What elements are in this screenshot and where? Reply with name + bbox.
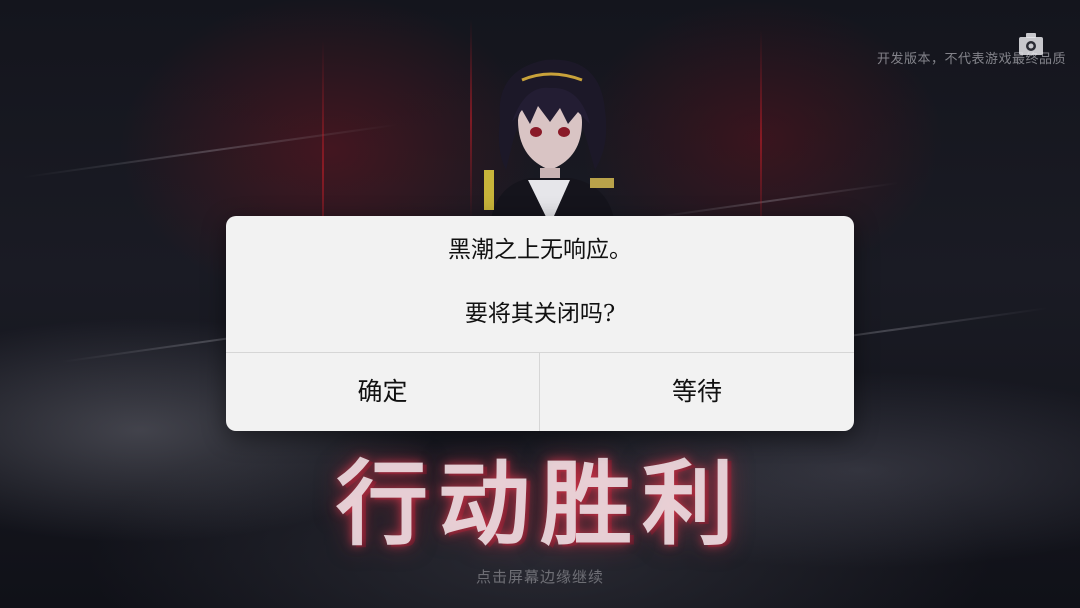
game-title-art: 行动胜利 bbox=[335, 451, 744, 558]
dialog-question: 要将其关闭吗? bbox=[464, 301, 616, 327]
wait-button[interactable]: 等待 bbox=[540, 353, 854, 431]
confirm-button[interactable]: 确定 bbox=[226, 353, 539, 431]
app-not-responding-dialog: 黑潮之上无响应。 要将其关闭吗? 确定 等待 bbox=[226, 216, 854, 431]
tap-to-continue-hint[interactable]: 点击屏幕边缘继续 bbox=[0, 566, 1080, 587]
game-screen[interactable]: 开发版本，不代表游戏最终品质 行动胜利 点击屏幕边缘继续 黑潮之上无响应。 要将… bbox=[0, 0, 1080, 608]
background-streak bbox=[21, 123, 399, 179]
screenshot-icon[interactable] bbox=[1016, 30, 1046, 60]
dialog-body: 黑潮之上无响应。 要将其关闭吗? bbox=[226, 216, 854, 352]
background-streak bbox=[641, 181, 899, 221]
character-portrait bbox=[484, 59, 615, 225]
dialog-message: 黑潮之上无响应。 bbox=[448, 237, 632, 263]
